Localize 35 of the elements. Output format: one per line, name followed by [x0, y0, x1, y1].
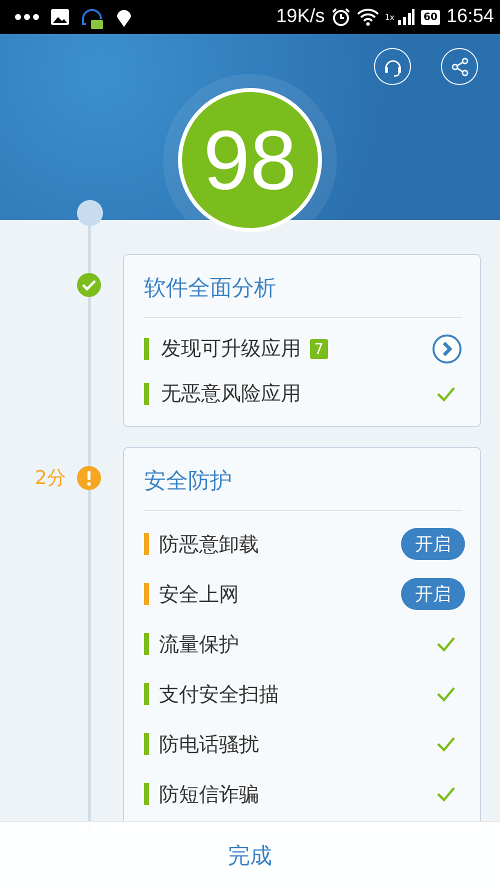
wifi-icon: [356, 8, 379, 26]
enable-button[interactable]: 开启: [401, 528, 465, 560]
share-button[interactable]: [441, 48, 478, 85]
item-label: 流量保护: [159, 630, 239, 658]
item-label: 发现可升级应用: [161, 335, 301, 362]
item-label: 防电话骚扰: [159, 730, 259, 758]
item-label: 安全上网: [159, 580, 239, 608]
alarm-icon: [330, 7, 351, 27]
more-icon: [14, 13, 40, 21]
support-button[interactable]: [374, 48, 411, 85]
network-speed: 19K/s: [276, 6, 325, 28]
item-label: 无恶意风险应用: [161, 380, 301, 407]
count-badge: 7: [310, 338, 328, 358]
chevron-circle-icon[interactable]: [432, 334, 462, 364]
check-icon: [436, 386, 456, 402]
check-circle-icon: [76, 272, 102, 298]
image-icon: [50, 8, 70, 26]
battery-level: 60: [420, 10, 440, 24]
enable-button[interactable]: 开启: [401, 578, 465, 610]
warning-icon: [76, 465, 102, 491]
clock: 16:54: [446, 6, 494, 28]
item-label: 防短信诈骗: [159, 780, 259, 808]
points-label: 2分: [34, 466, 66, 491]
check-icon: [436, 636, 456, 652]
item-label: 支付安全扫描: [159, 680, 279, 708]
item-label: 防恶意卸载: [159, 530, 259, 558]
check-icon: [436, 736, 456, 752]
share-icon: [450, 56, 470, 76]
signal-icon: [396, 8, 415, 26]
check-icon: [436, 786, 456, 802]
done-button[interactable]: 完成: [220, 836, 280, 874]
section-title: 软件全面分析: [144, 255, 462, 318]
section-title: 安全防护: [144, 448, 462, 511]
check-icon: [436, 686, 456, 702]
network-type: 1x: [384, 13, 395, 22]
